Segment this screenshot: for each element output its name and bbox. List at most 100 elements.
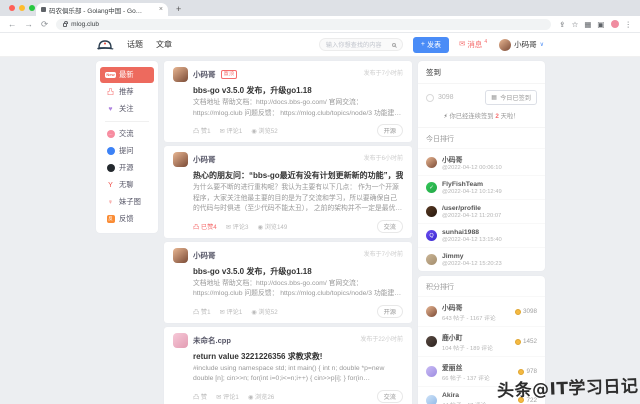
back-icon[interactable]: ←: [8, 20, 17, 29]
search-icon[interactable]: [391, 42, 396, 47]
rank-user-name[interactable]: Akira: [442, 392, 486, 399]
messages-button[interactable]: ✉ 消息 4: [459, 39, 487, 50]
points-rank-row[interactable]: 鹿小町 104 帖子 - 189 评论 1452: [418, 326, 545, 356]
checked-in-button[interactable]: ▦ 今日已签到: [485, 90, 537, 105]
calendar-icon: ▦: [491, 94, 498, 101]
nav-topics[interactable]: 话题: [127, 39, 143, 50]
search-placeholder: 输入你想查找的内容: [325, 42, 382, 49]
author-avatar[interactable]: [173, 247, 188, 263]
new-tab-button[interactable]: +: [176, 4, 181, 14]
window-controls[interactable]: [9, 5, 35, 11]
user-menu[interactable]: 小码哥 ∨: [499, 38, 544, 51]
like-button[interactable]: 凸 赞1: [193, 126, 211, 135]
share-icon[interactable]: ⇪: [559, 20, 565, 29]
sidebar-item-recommend[interactable]: 凸推荐: [100, 84, 154, 100]
sidebar-item-label: 反馈: [119, 214, 134, 223]
rank-user-name[interactable]: FlyFishTeam: [442, 181, 502, 188]
comment-button[interactable]: ✉ 评论1: [220, 307, 243, 316]
author-avatar[interactable]: [173, 152, 188, 168]
comment-button[interactable]: ✉ 评论1: [216, 392, 239, 401]
sidebar-item-opensource[interactable]: 开源: [100, 160, 154, 176]
publish-button[interactable]: + 发表: [412, 36, 450, 53]
rank-user-name[interactable]: /user/profile: [442, 205, 501, 212]
reload-icon[interactable]: ⟳: [41, 20, 48, 29]
rank-user-name[interactable]: sunhai1988: [442, 229, 502, 236]
address-bar[interactable]: mlog.club: [56, 18, 552, 30]
post-title[interactable]: bbs-go v3.5.0 发布，升级go1.18: [193, 266, 403, 277]
post-card[interactable]: 发布于7小时前 小码哥 bbs-go v3.5.0 发布，升级go1.18 文档地址 …: [164, 241, 412, 323]
today-rank-row[interactable]: 小码哥 @2022-04-12 00:06:10: [418, 148, 545, 175]
today-rank-row[interactable]: /user/profile @2022-04-12 11:20:07: [418, 199, 545, 223]
post-excerpt: 文档地址 帮助文档：http://docs.bbs-go.com/ 官网交流： …: [193, 279, 402, 298]
close-window-button[interactable]: [9, 5, 15, 11]
post-card[interactable]: 发布于22小时前 未命名.cpp return value 3221226356 求…: [164, 326, 412, 404]
post-title[interactable]: return value 3221226356 求教求救!: [193, 351, 403, 362]
author-name[interactable]: 未命名.cpp: [193, 335, 231, 346]
user-stats: 44 帖子 - 47 评论: [442, 400, 486, 404]
rank-user-avatar: [426, 156, 437, 168]
node-tag[interactable]: 开源: [376, 124, 403, 138]
today-rank-row[interactable]: Qsunhai1988 @2022-04-12 13:15:40: [418, 223, 545, 247]
like-button[interactable]: 凸 已赞4: [193, 222, 217, 231]
sidebar-item-chat[interactable]: … 交流: [100, 126, 154, 142]
like-button[interactable]: 凸 赞: [193, 392, 207, 401]
today-rank-row[interactable]: ✓ FlyFishTeam @2022-04-12 10:12:49: [418, 175, 545, 199]
node-tag[interactable]: 开源: [376, 304, 403, 318]
nav-articles[interactable]: 文章: [156, 39, 172, 50]
search-input[interactable]: 输入你想查找的内容: [318, 38, 403, 51]
bookmark-star-icon[interactable]: ☆: [572, 20, 579, 29]
post-card[interactable]: 发布于6小时前 小码哥 热心的朋友问：“bbs-go最近有没有计划更新新的功能”，我…: [164, 146, 412, 238]
rank-user-name[interactable]: 爱丽丝: [442, 362, 490, 372]
sidebar-item-bored[interactable]: Y 无聊: [100, 177, 154, 193]
comment-button[interactable]: ✉ 评论1: [220, 126, 243, 135]
browser-menu-icon[interactable]: ⋮: [625, 20, 633, 29]
tab-close-icon[interactable]: ×: [159, 6, 163, 13]
rank-user-name[interactable]: Jimmy: [442, 253, 502, 260]
extensions-icon[interactable]: ▦: [584, 20, 591, 29]
cocktail-icon: Y: [108, 181, 113, 189]
points-rank-row[interactable]: 小码哥 643 帖子 - 1167 评论 3098: [418, 296, 545, 326]
sidebar-item-girls[interactable]: ♀ 妹子图: [100, 194, 154, 210]
lock-icon: [63, 21, 69, 27]
post-footer: 凸 赞1 ✉ 评论1 ◉ 浏览52 开源: [193, 304, 403, 318]
author-avatar[interactable]: [173, 332, 188, 348]
points-value: 1452: [522, 338, 537, 345]
author-name[interactable]: 小码哥: [193, 69, 216, 80]
like-button[interactable]: 凸 赞1: [193, 307, 211, 316]
browser-profile-avatar[interactable]: [610, 20, 619, 28]
rank-user-avatar: [426, 254, 437, 265]
author-avatar[interactable]: [173, 67, 188, 82]
comment-button[interactable]: ✉ 评论3: [226, 222, 249, 231]
node-tag[interactable]: 交流: [376, 219, 403, 233]
today-rank-title: 今日排行: [418, 127, 545, 148]
sidebar-item-follow[interactable]: ♥ 关注: [100, 101, 154, 117]
sidebar-item-feedback[interactable]: 反反馈: [100, 211, 154, 227]
rank-user-name[interactable]: 鹿小町: [442, 332, 493, 342]
today-rank-row[interactable]: Jimmy @2022-04-12 15:20:23: [418, 247, 545, 271]
rank-user-avatar: Q: [426, 230, 437, 241]
author-name[interactable]: 小码哥: [193, 250, 216, 261]
author-name[interactable]: 小码哥: [193, 154, 216, 165]
sidebar-item-latest[interactable]: New 最新: [100, 67, 154, 83]
rank-user-info: 小码哥 @2022-04-12 00:06:10: [442, 154, 502, 171]
post-title[interactable]: bbs-go v3.5.0 发布，升级go1.18: [193, 85, 403, 96]
zoom-window-button[interactable]: [29, 5, 35, 11]
rank-user-name[interactable]: 小码哥: [442, 154, 502, 164]
new-badge-icon: New: [105, 71, 116, 79]
site-logo[interactable]: [96, 39, 115, 51]
rank-user-name[interactable]: 小码哥: [442, 302, 496, 312]
post-title[interactable]: 热心的朋友问：“bbs-go最近有没有计划更新新的功能”，我的回答：“重构！”: [193, 170, 403, 181]
view-count: ◉ 浏览149: [257, 223, 288, 231]
sidebar-item-ask[interactable]: 提问: [100, 143, 154, 159]
sidebar-item-label: 妹子图: [119, 197, 141, 206]
category-menu: New 最新凸推荐 ♥ 关注 … 交流 提问 开源 Y 无聊 ♀ 妹子图反反馈: [96, 61, 158, 233]
minimize-window-button[interactable]: [19, 5, 25, 11]
node-tag[interactable]: 交流: [376, 389, 403, 403]
browser-tab[interactable]: 码农俱乐部 - Golang中国 - Go… ×: [36, 3, 168, 16]
gold-coin-icon: [518, 368, 525, 375]
post-card[interactable]: 发布于7小时前 小码哥 置顶 bbs-go v3.5.0 发布，升级go1.18 文档地…: [164, 61, 412, 143]
post-content: return value 3221226356 求教求救! #include us…: [193, 351, 403, 385]
page-body: New 最新凸推荐 ♥ 关注… 交流 提问 开源 Y 无聊 ♀ 妹子图反反馈 发布于7小时前 小码哥置…: [0, 57, 640, 404]
forward-icon[interactable]: →: [25, 20, 34, 29]
tab-overview-icon[interactable]: ▣: [597, 20, 604, 29]
